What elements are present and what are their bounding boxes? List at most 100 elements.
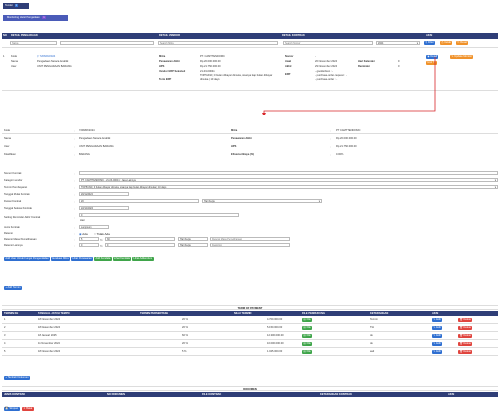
detail-mitra-label: Mitra	[231, 129, 238, 132]
kode-link[interactable]: ⚲ 7206/RI/2024	[37, 55, 55, 58]
delete-label: Delete	[463, 317, 471, 321]
lain-desc-input[interactable]	[210, 243, 290, 247]
termin-date: 18 Januari 2025	[38, 334, 57, 337]
masa-val1-input[interactable]: 5	[79, 237, 99, 241]
edit-button[interactable]: ✎ Edit	[432, 341, 443, 346]
masa-val1: 5	[81, 238, 83, 241]
th-tanggal: TANGGAL JATUH TEMPO	[38, 312, 70, 315]
delete-button[interactable]: 🗑 Delete	[458, 341, 473, 346]
vendor-search-input[interactable]	[158, 41, 278, 45]
setting-reminder-input[interactable]: 0	[79, 213, 239, 217]
th-dokumen-aksi: AKSI	[448, 393, 455, 396]
file-button[interactable]: ▤ File	[302, 341, 313, 346]
termin-date: 18 Desember 2024	[38, 326, 61, 329]
lain-val1-input[interactable]: 0	[79, 243, 99, 247]
action-buttons: Add User Untuk Fungsi Pengendalian Evalu…	[4, 256, 154, 261]
nama-filter-input-2[interactable]	[60, 41, 154, 45]
lihat-penawaran-button[interactable]: Lihat Penawaran	[70, 257, 94, 261]
file-button[interactable]: ▤ File	[302, 349, 313, 354]
th-file-kontrak: FILE KONTRAK	[202, 393, 222, 396]
nama-filter-input[interactable]	[10, 41, 57, 45]
masa-unit: Hari Kerja	[180, 238, 191, 241]
filter-button[interactable]: ⚲ Filter	[424, 41, 436, 45]
retensi-no-label: Tidak Ada	[96, 232, 110, 236]
batal-button[interactable]: ✕ Batal	[22, 407, 34, 411]
add-termin-label: Add Termin	[7, 286, 21, 289]
dokumen-table-header: JENIS KONTRAK NO DOKUMEN FILE KONTRAK KE…	[2, 392, 498, 397]
year-value: 2024	[378, 42, 384, 45]
file-button[interactable]: ▤ File	[302, 317, 313, 322]
jenis-kontrak-select[interactable]: Lumpsum	[79, 225, 109, 229]
tgl-mulai-label: Tanggal Mulai Kontrak	[4, 193, 30, 196]
durasi-unit-select[interactable]: Hari Kerja ▾	[202, 199, 322, 203]
edit-button[interactable]: ✎ Edit	[432, 349, 443, 354]
file-button[interactable]: ▤ File	[302, 325, 313, 330]
tgl-mulai-input[interactable]: 20/11/2024	[79, 192, 129, 196]
table-row: 4 11 November 2024 20 % 10.000.000.00 ▤ …	[2, 340, 498, 348]
nomor-search-input[interactable]	[283, 41, 373, 45]
detail-hps-label: HPS	[231, 145, 237, 148]
edit-button[interactable]: ✎ Edit	[432, 325, 443, 330]
lain-val2-input[interactable]: 0	[105, 243, 175, 247]
evaluasi-mitra-button[interactable]: Evaluasi Mitra	[51, 257, 71, 261]
tambah-dokumen-button[interactable]: + Tambah Dokumen	[4, 376, 31, 380]
vendor-table-header: NO DETAIL PENGADAAN DETAIL VENDOR DETAIL…	[2, 33, 498, 39]
detail-penawaran-value: Rp.20.000.000.00	[336, 137, 357, 140]
annotation-arrow	[262, 57, 436, 115]
delete-button[interactable]: 🗑 Delete	[458, 349, 473, 354]
detail-user-label: User	[4, 145, 10, 148]
monitoring-button[interactable]: Monitoring Hutsl Pengadaan 1	[3, 15, 68, 21]
delete-button[interactable]: 🗑 Delete	[458, 333, 473, 338]
chevron-down-icon: ▾	[416, 42, 418, 45]
tender-button[interactable]: Tender 1	[3, 3, 29, 9]
lain-unit-select[interactable]: Hari Kerja	[178, 243, 208, 247]
termin-ket: Termin	[370, 318, 378, 321]
kode-label: Kode	[11, 55, 18, 58]
col-detail-kontrak: DETAIL KONTRAK	[282, 34, 305, 37]
monitoring-count-badge: 1	[42, 16, 46, 19]
termin-select[interactable]: TOP5UN2 | 0 bulan dibayar dimuka, sisany…	[79, 185, 498, 189]
file-button[interactable]: ▤ File	[302, 333, 313, 338]
retensi-ada-radio[interactable]: ◉ Ada	[79, 232, 88, 236]
nomor-kontrak-input[interactable]	[79, 171, 498, 175]
update-monitor-button[interactable]: ✎ Update Monitor	[450, 55, 474, 59]
th-no-dokumen: NO DOKUMEN	[107, 393, 126, 396]
durasi-input[interactable]: 20	[79, 199, 199, 203]
masa-pemeliharaan-label: Retensi Masa Pemeliharaan	[4, 238, 37, 241]
termin-pct: 20 %	[182, 326, 188, 329]
radio-unchecked-icon: ○	[94, 232, 96, 236]
edit-button[interactable]: ✎ Edit	[432, 333, 443, 338]
delete-label: Delete	[463, 333, 471, 337]
tgl-selesai-input[interactable]: 22/12/2024	[79, 206, 129, 210]
lihat-addendum-button[interactable]: Lihat Addendum	[132, 257, 154, 261]
kategori-vendor-select[interactable]: PT. CAMTTENDOMC - 21-03-00041 : Jasa Lai…	[79, 178, 498, 182]
lain-val1: 0	[81, 244, 83, 247]
delete-button[interactable]: 🗑 Delete	[458, 325, 473, 330]
masa-val2-input[interactable]: 30	[105, 237, 175, 241]
setting-reminder-label: Setting Reminder Akhir Kontrak	[4, 216, 41, 219]
termin-value: TOP5UN2 | 0 bulan dibayar dimuka, sisany…	[81, 186, 167, 189]
col-no: NO	[3, 34, 7, 37]
retensi-label: Retensi	[4, 232, 13, 235]
cetak-button[interactable]: ⎙ Cetak	[440, 41, 453, 45]
add-kendala-button[interactable]: Add Kendala	[94, 257, 112, 261]
edit-button[interactable]: ✎ Edit	[432, 317, 443, 322]
termin-no: 5	[4, 350, 6, 353]
reset-button[interactable]: ↻ Reset	[456, 41, 469, 45]
chevron-down-icon: ▾	[318, 200, 320, 203]
masa-desc-input[interactable]	[210, 237, 290, 241]
add-user-button[interactable]: Add User Untuk Fungsi Pengendalian	[4, 257, 51, 261]
detail-kode-label: Kode	[4, 129, 11, 132]
lihat-kendala-button[interactable]: Lihat Kendala	[112, 257, 132, 261]
year-select[interactable]: 2024 ▾	[376, 41, 420, 45]
simpan-button[interactable]: 💾 Simpan	[4, 407, 20, 411]
tender-count-badge: 1	[14, 4, 18, 7]
tgl-selesai-value: 22/12/2024	[81, 207, 93, 210]
delete-button[interactable]: 🗑 Delete	[458, 317, 473, 322]
termin-date: 18 November 2024	[38, 318, 61, 321]
retensi-tidak-radio[interactable]: ○ Tidak Ada	[94, 232, 110, 236]
masa-unit-select[interactable]: Hari Kerja	[178, 237, 208, 241]
add-termin-button[interactable]: + Add Termin	[4, 286, 22, 290]
dokumen-title: DOKUMEN	[2, 386, 498, 391]
th-aksi: AKSI	[432, 312, 439, 315]
